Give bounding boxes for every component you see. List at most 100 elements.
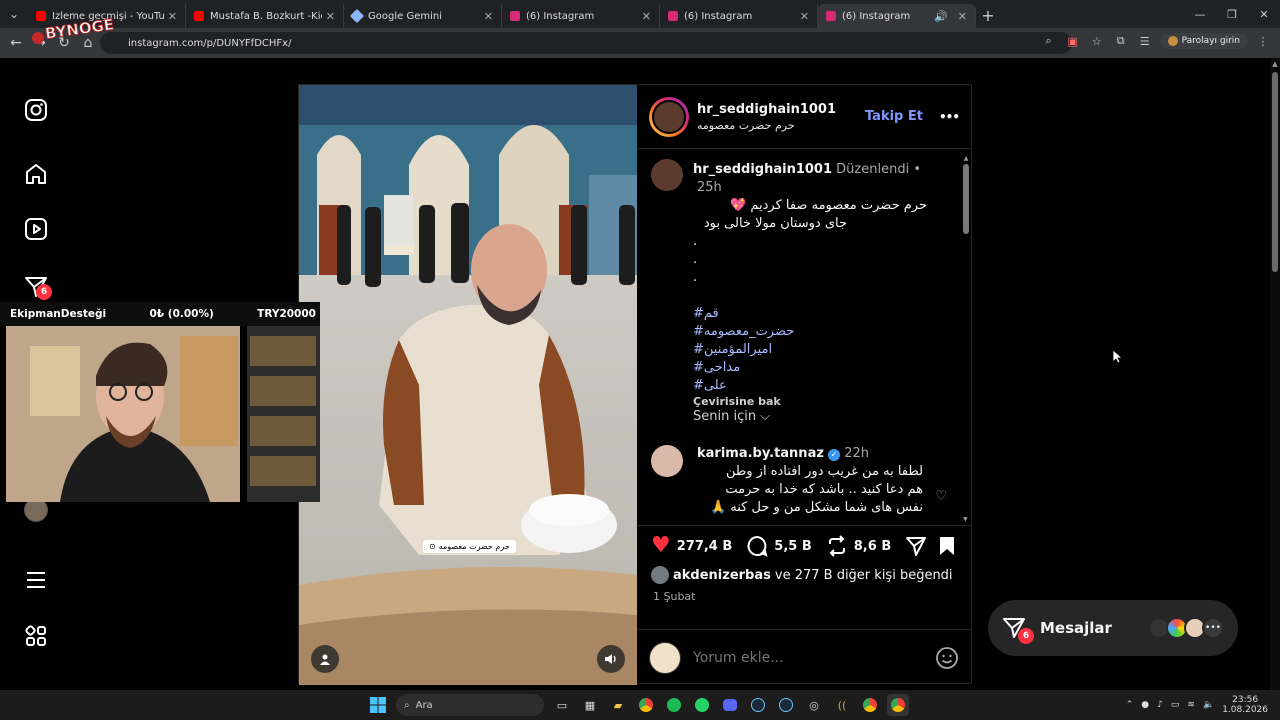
comments-scrollbar[interactable]: ▲ ▼ xyxy=(963,155,969,523)
comment-like-icon[interactable]: ♡ xyxy=(935,489,947,504)
hashtag-4[interactable]: #مداحی xyxy=(693,359,953,377)
new-tab-button[interactable]: + xyxy=(976,4,1000,28)
file-explorer-icon[interactable]: ▰ xyxy=(607,694,629,716)
direct-messages-icon[interactable]: 6 xyxy=(22,273,52,301)
chrome-3-icon[interactable] xyxy=(887,694,909,716)
commenter-avatar[interactable] xyxy=(651,445,683,477)
post-video[interactable]: ⊙ حرم حضرت معصومه xyxy=(299,85,637,685)
close-icon[interactable]: ✕ xyxy=(326,10,335,23)
audio-app-icon[interactable]: (( xyxy=(831,694,853,716)
tray-app-icon[interactable]: ● xyxy=(1141,700,1149,710)
like-icon[interactable]: ♥ xyxy=(651,535,671,557)
omnibox[interactable]: instagram.com/p/DUNYFfDCHFx/ xyxy=(100,32,1072,54)
caption-dot-3: . xyxy=(693,270,698,285)
hashtag-2[interactable]: #حضرت_معصومه xyxy=(693,323,953,341)
pin-icon: ⊙ xyxy=(429,542,436,551)
hashtag-1[interactable]: #قم xyxy=(693,305,953,323)
share-icon[interactable] xyxy=(905,535,927,557)
also-from-meta-icon[interactable] xyxy=(22,622,50,650)
close-icon[interactable]: ✕ xyxy=(168,10,177,23)
comment-sort-dropdown[interactable]: Senin için ⌵ xyxy=(693,409,770,424)
steam-2-icon[interactable] xyxy=(775,694,797,716)
task-view-icon[interactable]: ▭ xyxy=(551,694,573,716)
kebab-menu-icon[interactable]: ⋮ xyxy=(1254,32,1272,50)
widgets-icon[interactable]: ▦ xyxy=(579,694,601,716)
author-avatar[interactable] xyxy=(649,96,689,137)
microphone-icon[interactable]: ♪ xyxy=(1157,700,1163,710)
close-window-icon[interactable]: ✕ xyxy=(1248,0,1280,28)
caption-avatar[interactable] xyxy=(651,159,683,191)
chrome-2-icon[interactable] xyxy=(859,694,881,716)
extensions-icon[interactable]: ⧉ xyxy=(1112,32,1130,50)
liked-by-rest[interactable]: ve 277 B diğer kişi beğendi xyxy=(775,568,953,583)
like-count[interactable]: 277,4 B xyxy=(677,539,733,554)
liked-by: akdenizerbas ve 277 B diğer kişi beğendi xyxy=(637,566,971,584)
close-icon[interactable]: ✕ xyxy=(958,10,967,23)
tab-title: Google Gemini xyxy=(368,10,442,22)
hashtag-3[interactable]: #امیرالمؤمنین xyxy=(693,341,953,359)
network-icon[interactable]: ▭ xyxy=(1171,700,1180,710)
comment-input[interactable] xyxy=(693,649,935,666)
emoji-icon[interactable] xyxy=(935,646,959,670)
commenter-username[interactable]: karima.by.tannaz xyxy=(697,446,824,461)
tray-chevron-icon[interactable]: ⌃ xyxy=(1126,700,1134,710)
home-icon[interactable] xyxy=(22,160,50,188)
discord-icon[interactable] xyxy=(719,694,741,716)
more-menu-icon[interactable] xyxy=(22,566,50,594)
post-location[interactable]: حرم حضرت معصومه xyxy=(697,119,865,132)
caption-author[interactable]: hr_seddighain1001 xyxy=(693,162,832,177)
back-icon[interactable]: ← xyxy=(4,31,28,55)
tab-instagram-2[interactable]: (6) Instagram ✕ xyxy=(660,4,818,28)
spotify-icon[interactable] xyxy=(663,694,685,716)
liker-avatar[interactable] xyxy=(651,566,669,584)
page-scrollbar[interactable]: ▲ xyxy=(1270,58,1280,690)
password-button[interactable]: Parolayı girin xyxy=(1159,33,1248,49)
app-icon[interactable]: ◎ xyxy=(803,694,825,716)
more-dots-icon: ••• xyxy=(1202,617,1224,639)
location-tag[interactable]: ⊙ حرم حضرت معصومه xyxy=(423,540,516,553)
close-icon[interactable]: ✕ xyxy=(800,10,809,23)
instagram-logo-icon[interactable] xyxy=(22,96,50,124)
author-username[interactable]: hr_seddighain1001 xyxy=(697,102,865,117)
caption-edited: Düzenlendi xyxy=(836,162,910,177)
chrome-icon[interactable] xyxy=(635,694,657,716)
repost-icon[interactable] xyxy=(826,535,848,557)
windows-start-icon[interactable] xyxy=(367,694,389,716)
hashtag-5[interactable]: #علی xyxy=(693,377,953,395)
speaker-icon[interactable]: 🔊 xyxy=(934,10,948,23)
tab-instagram-1[interactable]: (6) Instagram ✕ xyxy=(502,4,660,28)
comment-count[interactable]: 5,5 B xyxy=(774,539,811,554)
clock[interactable]: 23:56 1.08.2026 xyxy=(1222,695,1268,715)
close-icon[interactable]: ✕ xyxy=(484,10,493,23)
messages-button[interactable]: 6 Mesajlar ••• xyxy=(988,600,1238,656)
tab-gemini[interactable]: Google Gemini ✕ xyxy=(344,4,502,28)
ticker-right: TRY20000 xyxy=(257,308,316,320)
streamer-logo: BYNOGE xyxy=(32,15,116,44)
close-icon[interactable]: ✕ xyxy=(642,10,651,23)
comment-icon[interactable] xyxy=(746,535,768,557)
volume-icon[interactable]: 🔈 xyxy=(1203,700,1214,710)
zoom-icon[interactable]: ⌕ xyxy=(1040,32,1058,50)
minimize-icon[interactable]: — xyxy=(1184,0,1216,28)
tab-instagram-active[interactable]: (6) Instagram 🔊 ✕ xyxy=(818,4,976,28)
tab-title: (6) Instagram xyxy=(526,10,595,22)
reels-icon[interactable] xyxy=(22,215,50,243)
save-icon[interactable] xyxy=(937,535,957,557)
more-options-icon[interactable]: ••• xyxy=(939,110,960,124)
repost-count[interactable]: 8,6 B xyxy=(854,539,891,554)
bookmark-star-icon[interactable]: ☆ xyxy=(1088,32,1106,50)
see-translation-link[interactable]: Çevirisine bak xyxy=(693,395,953,408)
tab-search-icon[interactable]: ⌄ xyxy=(0,0,28,28)
liked-by-user[interactable]: akdenizerbas xyxy=(673,568,771,583)
mute-button[interactable] xyxy=(597,645,625,673)
tab-youtube-kick[interactable]: Mustafa B. Bozkurt -Kick Kesitle ✕ xyxy=(186,4,344,28)
taskbar-search[interactable]: ⌕ Ara xyxy=(396,694,544,716)
whatsapp-icon[interactable] xyxy=(691,694,713,716)
follow-button[interactable]: Takip Et xyxy=(865,109,923,124)
steam-icon[interactable] xyxy=(747,694,769,716)
extension-red-icon[interactable]: ▣ xyxy=(1064,32,1082,50)
wifi-icon[interactable]: ≋ xyxy=(1187,700,1195,710)
tab-list-icon[interactable]: ☰ xyxy=(1136,32,1154,50)
maximize-icon[interactable]: ❐ xyxy=(1216,0,1248,28)
tagged-users-button[interactable] xyxy=(311,645,339,673)
